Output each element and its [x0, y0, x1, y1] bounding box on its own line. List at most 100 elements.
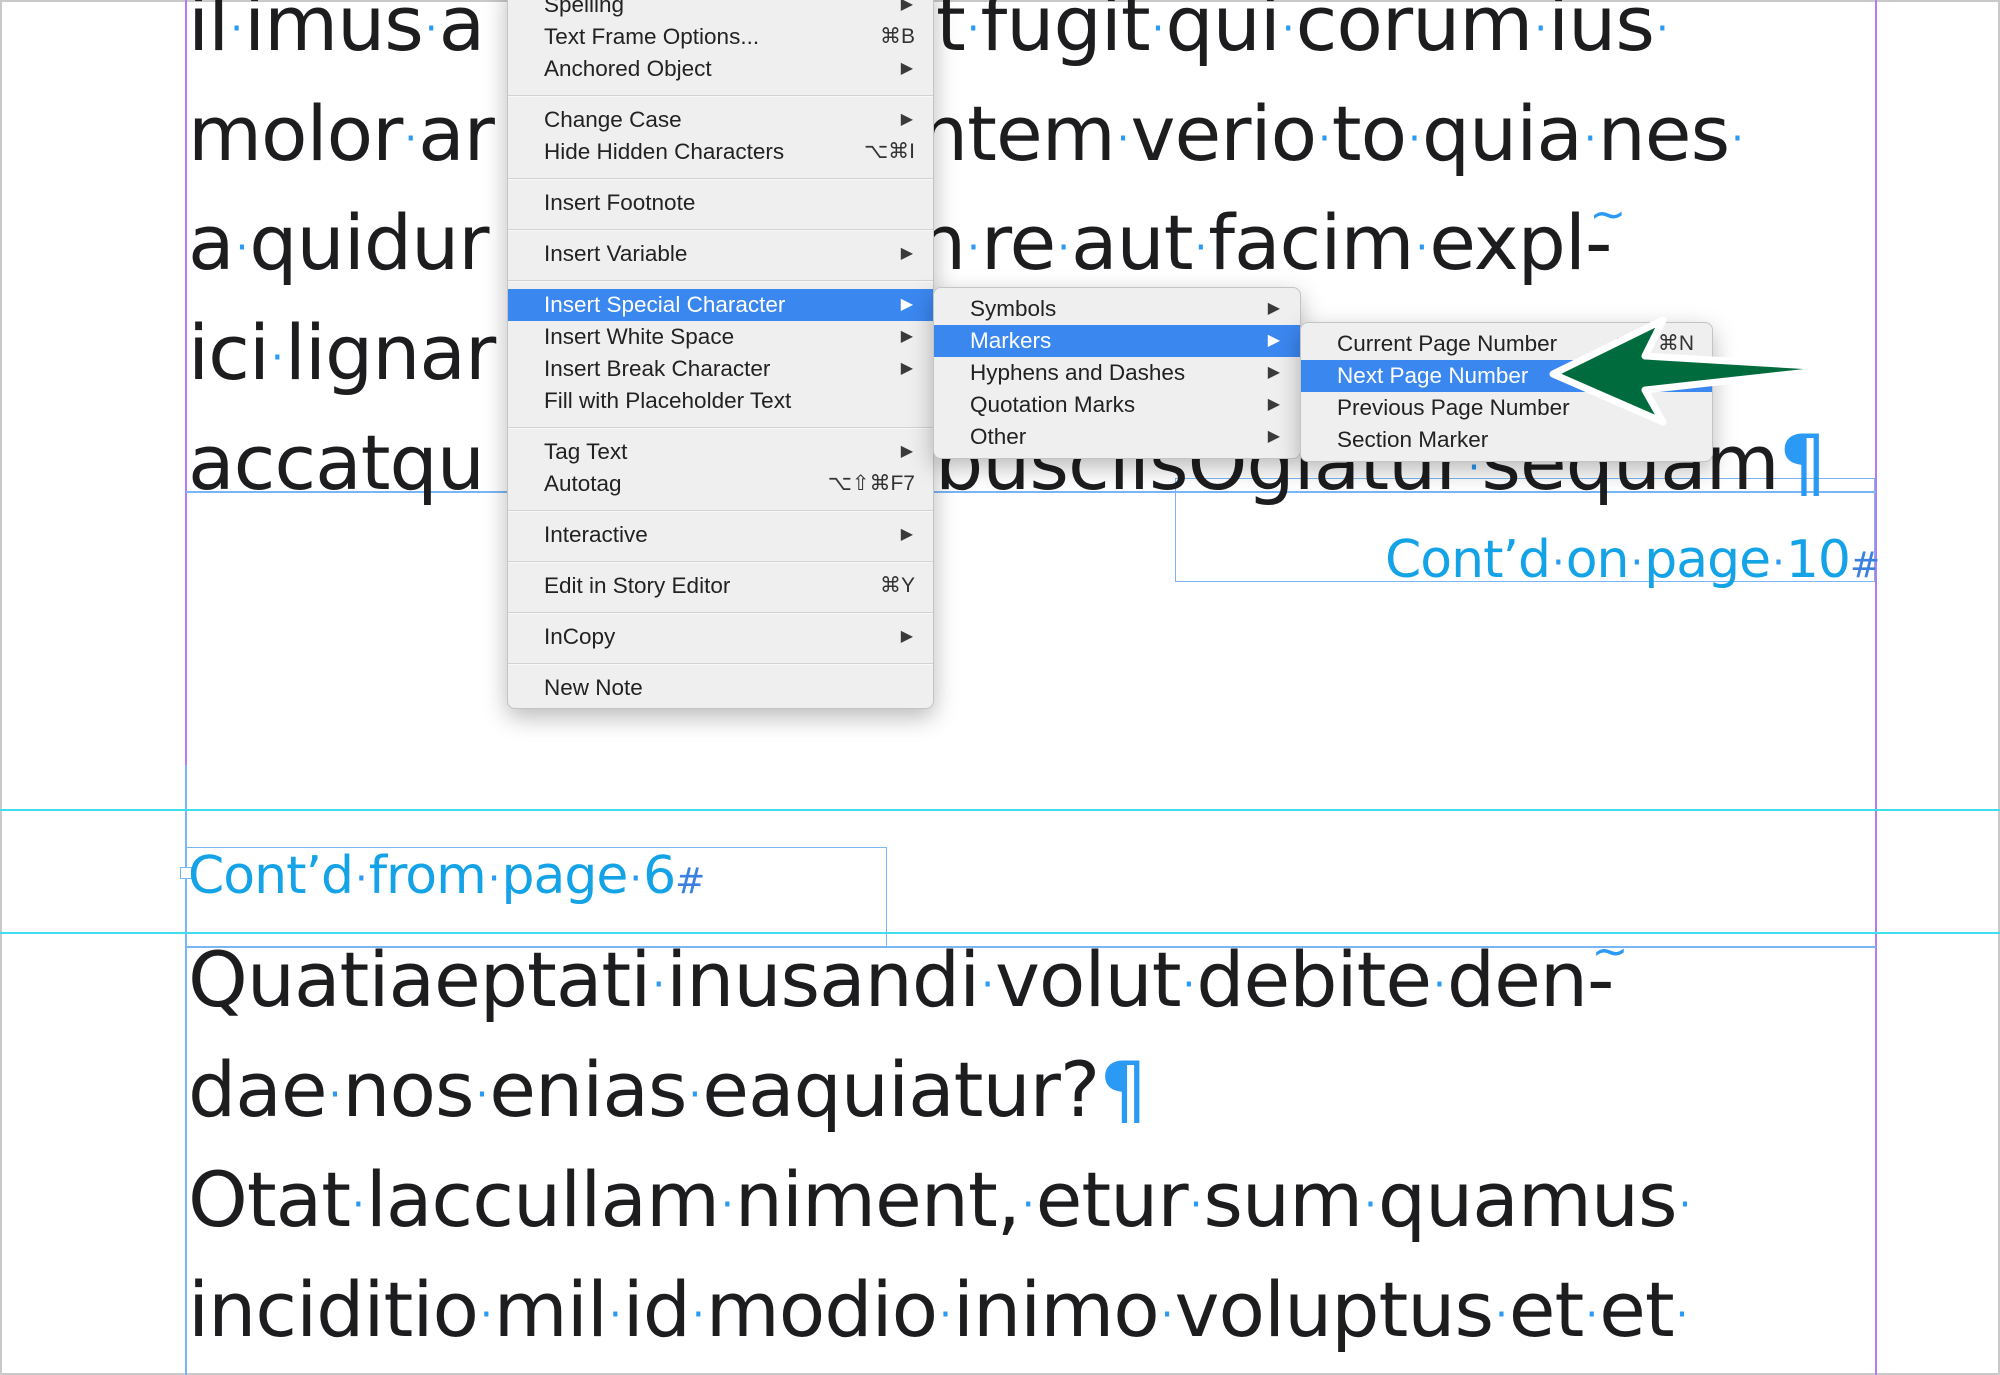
special-char-item-hyphens-and-dashes[interactable]: Hyphens and Dashes ▶ [934, 357, 1300, 389]
menu-separator [508, 229, 933, 230]
body-line-2-right-text: ntem·verio·to·quia·nes· [920, 89, 1744, 178]
menu-item-label: Section Marker [1337, 427, 1489, 452]
space-marker: · [1678, 1182, 1692, 1228]
bottom-line-3-text: Otat·laccullam·niment,·etur·sum·quamus· [188, 1155, 1692, 1244]
shortcut-label: ⌘B [879, 25, 915, 48]
space-marker: · [967, 225, 980, 271]
submenu-arrow-icon: ▶ [900, 526, 913, 543]
context-menu-item-interactive[interactable]: Interactive ▶ [508, 519, 933, 551]
menu-item-label: Next Page Number [1337, 363, 1529, 388]
special-char-item-symbols[interactable]: Symbols ▶ [934, 293, 1300, 325]
menu-item-label: Previous Page Number [1337, 395, 1570, 420]
space-marker: · [1731, 116, 1744, 162]
context-menu-item-new-note[interactable]: New Note [508, 672, 933, 704]
body-line-3: a·quidur [188, 205, 489, 281]
context-menu-item-insert-break-character[interactable]: Insert Break Character ▶ [508, 353, 933, 385]
context-menu-item-insert-white-space[interactable]: Insert White Space ▶ [508, 321, 933, 353]
bottom-line-1: Quatiaeptati·inusandi·volut·debite·den-~ [188, 930, 1628, 1018]
discretionary-hyphen-marker: ~ [1589, 189, 1626, 240]
annotation-arrow-icon [1549, 316, 1849, 426]
submenu-arrow-icon: ▶ [900, 443, 913, 460]
space-marker: · [688, 1072, 702, 1118]
space-marker: · [608, 1292, 622, 1338]
special-char-item-quotation-marks[interactable]: Quotation Marks ▶ [934, 389, 1300, 421]
body-line-5: accatqu [188, 425, 485, 501]
special-character-submenu: Symbols ▶ Markers ▶ Hyphens and Dashes ▶ Quota… [933, 287, 1301, 459]
shortcut-label: ⌘Y [879, 574, 915, 597]
bottom-line-4: inciditio·mil·id·modio·inimo·voluptus·et… [188, 1272, 1689, 1348]
special-char-item-other[interactable]: Other ▶ [934, 421, 1300, 453]
discretionary-hyphen-marker: ~ [1591, 926, 1628, 977]
special-char-item-markers[interactable]: Markers ▶ [934, 325, 1300, 357]
menu-separator [508, 427, 933, 428]
context-menu-item-insert-variable[interactable]: Insert Variable ▶ [508, 238, 933, 270]
body-line-1-right-text: t·fugit·qui·corum·ius· [936, 0, 1669, 68]
context-menu-item-autotag[interactable]: Autotag ⌥⇧⌘F7 [508, 468, 933, 500]
menu-separator [508, 280, 933, 281]
context-menu-item-hide-hidden-characters[interactable]: Hide Hidden Characters ⌥⌘I [508, 136, 933, 168]
pilcrow-marker: ¶ [1778, 418, 1827, 507]
page-marker-hash: # [675, 861, 705, 902]
menu-item-label: InCopy [544, 624, 616, 649]
space-marker: · [1057, 225, 1070, 271]
menu-item-label: Fill with Placeholder Text [544, 388, 792, 413]
space-marker: · [1408, 116, 1421, 162]
space-marker: · [328, 1072, 342, 1118]
context-menu-item-fill-with-placeholder-text[interactable]: Fill with Placeholder Text [508, 385, 933, 417]
context-menu-item-text-frame-options[interactable]: Text Frame Options... ⌘B [508, 21, 933, 53]
menu-item-label: Hide Hidden Characters [544, 139, 785, 164]
bottom-line-2-text: dae·nos·enias·eaquiatur? [188, 1045, 1100, 1134]
space-marker: · [404, 116, 417, 162]
space-marker: · [424, 6, 438, 52]
jump-line-next-text: Cont’d·on·page·10 [1385, 530, 1851, 590]
annotation-arrow-shape [1549, 316, 1849, 426]
context-menu-item-incopy[interactable]: InCopy ▶ [508, 621, 933, 653]
context-menu-item-edit-in-story-editor[interactable]: Edit in Story Editor ⌘Y [508, 570, 933, 602]
submenu-arrow-icon: ▶ [1267, 300, 1280, 317]
menu-item-label: Text Frame Options... [544, 24, 760, 49]
menu-item-label: Insert Special Character [544, 292, 786, 317]
space-marker: · [1415, 225, 1428, 271]
submenu-arrow-icon: ▶ [900, 0, 913, 13]
context-menu-item-spelling[interactable]: Spelling ▶ [508, 0, 933, 21]
context-menu-item-change-case[interactable]: Change Case ▶ [508, 104, 933, 136]
context-menu-item-tag-text[interactable]: Tag Text ▶ [508, 436, 933, 468]
menu-item-label: Insert White Space [544, 324, 735, 349]
body-line-3-left: a·quidur [188, 198, 489, 287]
shortcut-label: ⌥⌘I [863, 140, 915, 163]
space-marker: · [966, 6, 980, 52]
markers-item-section-marker[interactable]: Section Marker [1301, 424, 1712, 456]
space-marker: · [1281, 6, 1295, 52]
shortcut-label: ⌥⇧⌘F7 [827, 472, 915, 495]
context-menu-item-insert-footnote[interactable]: Insert Footnote [508, 187, 933, 219]
body-line-3-right: n·re·aut·facim·expl-~ [918, 193, 1626, 281]
body-line-3-right-text: n·re·aut·facim·expl- [918, 198, 1612, 287]
space-marker: · [720, 1182, 734, 1228]
space-marker: · [1655, 6, 1669, 52]
bottom-line-2: dae·nos·enias·eaquiatur?¶ [188, 1052, 1148, 1128]
space-marker: · [355, 856, 368, 902]
context-menu-item-insert-special-character[interactable]: Insert Special Character ▶ [508, 289, 933, 321]
body-line-2-right: ntem·verio·to·quia·nes· [920, 96, 1745, 172]
menu-item-label: Other [970, 424, 1027, 449]
body-line-2-left: molor·ar [188, 89, 495, 178]
jump-line-prev-page: Cont’d·from·page·6# [188, 846, 705, 906]
space-marker: · [1534, 6, 1547, 52]
menu-item-label: Change Case [544, 107, 682, 132]
space-marker: · [487, 856, 501, 902]
menu-item-label: Symbols [970, 296, 1057, 321]
menu-separator [508, 612, 933, 613]
menu-separator [508, 95, 933, 96]
space-marker: · [981, 962, 994, 1008]
submenu-arrow-icon: ▶ [900, 296, 913, 313]
space-marker: · [1585, 1292, 1598, 1338]
submenu-arrow-icon: ▶ [900, 628, 913, 645]
space-marker: · [629, 856, 642, 902]
space-marker: · [1021, 1182, 1035, 1228]
space-marker: · [1151, 6, 1165, 52]
menu-item-label: Interactive [544, 522, 648, 547]
menu-separator [508, 663, 933, 664]
context-menu-item-anchored-object[interactable]: Anchored Object ▶ [508, 53, 933, 85]
menu-item-label: Autotag [544, 471, 622, 496]
bottom-line-1-text: Quatiaeptati·inusandi·volut·debite·den- [188, 935, 1614, 1024]
